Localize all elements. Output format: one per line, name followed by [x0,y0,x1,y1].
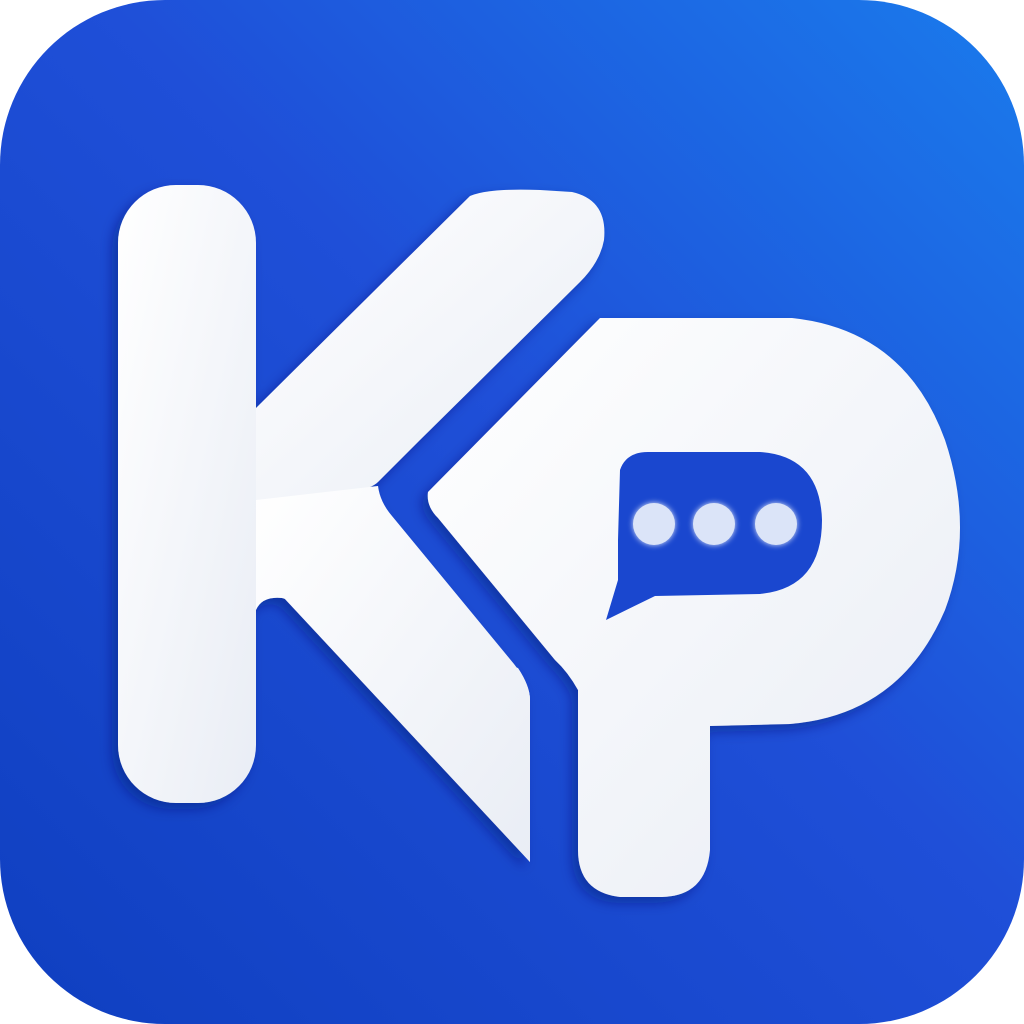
letter-k-stem [118,185,256,803]
bubble-dot [633,503,675,545]
bubble-dot [755,503,797,545]
bubble-dot [693,503,735,545]
app-icon: KP [0,0,1024,1024]
kp-logo [0,0,1024,1024]
typing-dots [633,503,797,545]
